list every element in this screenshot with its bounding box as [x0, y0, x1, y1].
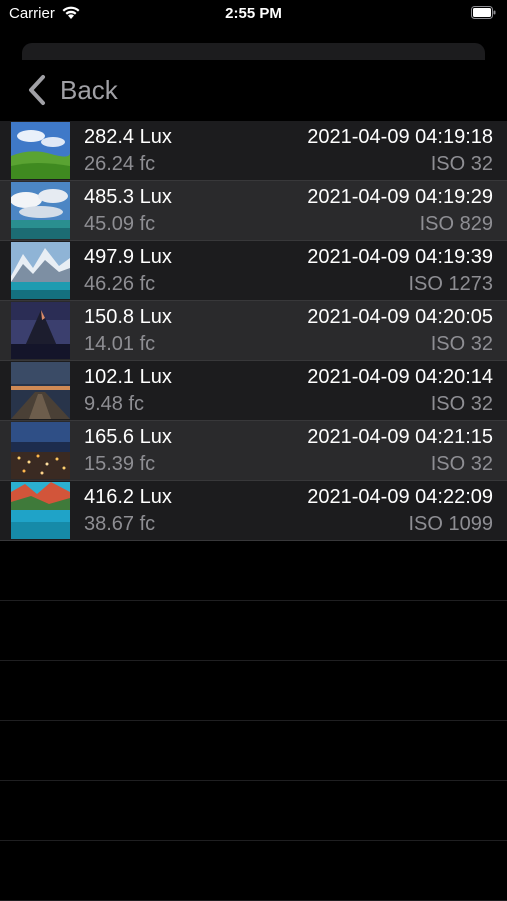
empty-table-row [0, 541, 507, 601]
footcandle-value: 38.67 fc [84, 513, 156, 535]
iso-value: ISO 32 [430, 333, 493, 355]
photo-thumbnail [11, 362, 70, 419]
lux-value: 416.2 Lux [84, 486, 172, 508]
status-time: 2:55 PM [225, 5, 282, 22]
timestamp: 2021-04-09 04:21:15 [307, 426, 493, 448]
iso-value: ISO 32 [430, 153, 493, 175]
footcandle-value: 14.01 fc [84, 333, 156, 355]
empty-table-row [0, 721, 507, 781]
timestamp: 2021-04-09 04:22:09 [307, 486, 493, 508]
empty-table-row [0, 601, 507, 661]
chevron-left-icon [29, 75, 45, 105]
iso-value: ISO 1273 [408, 273, 493, 295]
back-button[interactable]: Back [26, 72, 118, 108]
table-row[interactable]: 102.1 Lux 9.48 fc 2021-04-09 04:20:14 IS… [0, 361, 507, 421]
photo-thumbnail [11, 182, 70, 239]
table-row[interactable]: 282.4 Lux 26.24 fc 2021-04-09 04:19:18 I… [0, 121, 507, 181]
footcandle-value: 46.26 fc [84, 273, 156, 295]
iso-value: ISO 32 [430, 393, 493, 415]
empty-table-row [0, 841, 507, 901]
footcandle-value: 45.09 fc [84, 213, 156, 235]
table-row[interactable]: 485.3 Lux 45.09 fc 2021-04-09 04:19:29 I… [0, 181, 507, 241]
timestamp: 2021-04-09 04:19:18 [307, 126, 493, 148]
table-row[interactable]: 165.6 Lux 15.39 fc 2021-04-09 04:21:15 I… [0, 421, 507, 481]
table-row[interactable]: 150.8 Lux 14.01 fc 2021-04-09 04:20:05 I… [0, 301, 507, 361]
footcandle-value: 26.24 fc [84, 153, 156, 175]
battery-icon [471, 6, 496, 19]
lux-value: 485.3 Lux [84, 186, 172, 208]
timestamp: 2021-04-09 04:19:29 [307, 186, 493, 208]
back-button-label: Back [60, 74, 118, 105]
table-row[interactable]: 497.9 Lux 46.26 fc 2021-04-09 04:19:39 I… [0, 241, 507, 301]
photo-thumbnail [11, 422, 70, 479]
table-row[interactable]: 416.2 Lux 38.67 fc 2021-04-09 04:22:09 I… [0, 481, 507, 541]
timestamp: 2021-04-09 04:20:05 [307, 306, 493, 328]
photo-thumbnail [11, 242, 70, 299]
photo-thumbnail [11, 122, 70, 179]
timestamp: 2021-04-09 04:20:14 [307, 366, 493, 388]
lux-value: 102.1 Lux [84, 366, 172, 388]
lux-value: 282.4 Lux [84, 126, 172, 148]
iso-value: ISO 32 [430, 453, 493, 475]
photo-thumbnail [11, 482, 70, 539]
navigation-bar: Back [0, 60, 507, 122]
iso-value: ISO 1099 [408, 513, 493, 535]
lux-value: 150.8 Lux [84, 306, 172, 328]
status-bar: Carrier 2:55 PM [0, 0, 507, 30]
footcandle-value: 15.39 fc [84, 453, 156, 475]
empty-table-row [0, 661, 507, 721]
lux-value: 497.9 Lux [84, 246, 172, 268]
footcandle-value: 9.48 fc [84, 393, 145, 415]
lux-value: 165.6 Lux [84, 426, 172, 448]
empty-table-row [0, 781, 507, 841]
readings-table: 282.4 Lux 26.24 fc 2021-04-09 04:19:18 I… [0, 121, 507, 901]
photo-thumbnail [11, 302, 70, 359]
timestamp: 2021-04-09 04:19:39 [307, 246, 493, 268]
iso-value: ISO 829 [419, 213, 493, 235]
